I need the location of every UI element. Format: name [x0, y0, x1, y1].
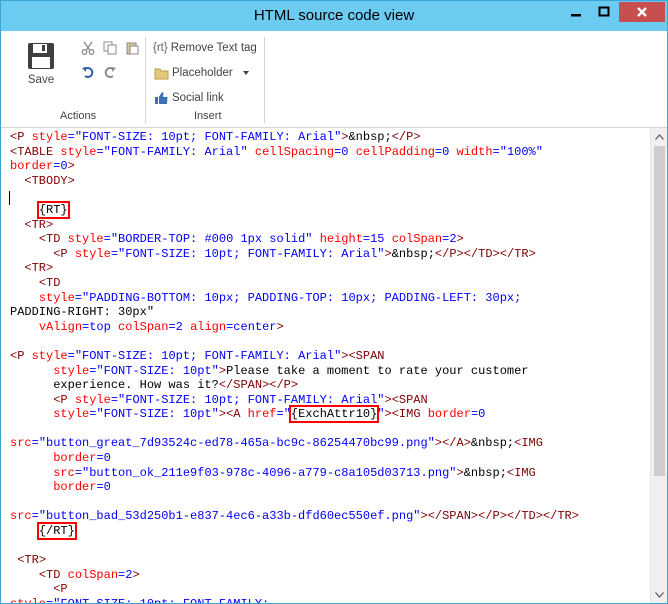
- remove-text-tag-label: Remove Text tag: [170, 42, 257, 54]
- cut-icon: [81, 41, 95, 55]
- scroll-up-button[interactable]: [651, 128, 667, 145]
- paste-icon: [126, 42, 139, 55]
- source-code-text[interactable]: <P style="FONT-SIZE: 10pt; FONT-FAMILY: …: [10, 130, 579, 603]
- text-caret: [9, 191, 10, 205]
- chevron-up-icon: [655, 133, 664, 140]
- maximize-button[interactable]: [591, 2, 617, 22]
- vertical-scrollbar[interactable]: [650, 128, 667, 603]
- redo-icon: [104, 67, 116, 78]
- placeholder-dropdown[interactable]: Placeholder: [154, 64, 251, 82]
- minimize-icon: [571, 14, 581, 17]
- rt-placeholder-token: {/RT}: [36, 522, 77, 541]
- placeholder-label: Placeholder: [172, 67, 233, 79]
- source-code-editor[interactable]: <P style="FONT-SIZE: 10pt; FONT-FAMILY: …: [1, 128, 650, 603]
- redo-button[interactable]: [101, 63, 119, 81]
- actions-group-label: Actions: [60, 110, 97, 122]
- social-link-label: Social link: [172, 92, 224, 104]
- save-label: Save: [27, 74, 55, 86]
- copy-icon: [103, 41, 117, 55]
- undo-icon: [82, 67, 94, 78]
- save-icon: [28, 43, 54, 69]
- scroll-down-button[interactable]: [651, 586, 667, 603]
- insert-group-label: Insert: [194, 110, 222, 122]
- undo-button[interactable]: [79, 63, 97, 81]
- social-link-button[interactable]: Social link: [154, 89, 224, 107]
- remove-text-tag-button[interactable]: {rt} Remove Text tag: [153, 39, 257, 57]
- save-button[interactable]: Save: [21, 37, 61, 91]
- maximize-icon: [598, 6, 610, 17]
- thumbs-up-icon: [155, 92, 168, 104]
- ribbon: Save Actions {rt} Remove Text tag Placeh…: [1, 31, 667, 128]
- cut-button[interactable]: [79, 39, 97, 57]
- scrollbar-thumb[interactable]: [654, 146, 665, 476]
- text-tag-icon: {rt}: [153, 42, 168, 54]
- html-source-window: HTML source code view Save Actions {rt} …: [0, 0, 668, 604]
- rt-placeholder-token: {ExchAttr10}: [288, 405, 380, 424]
- rt-placeholder-token: {RT}: [36, 200, 70, 219]
- ribbon-separator: [264, 37, 265, 123]
- ribbon-separator: [145, 37, 146, 123]
- chevron-down-icon: [242, 71, 249, 75]
- title-bar[interactable]: HTML source code view: [1, 1, 667, 31]
- paste-button[interactable]: [123, 39, 141, 57]
- folder-icon: [154, 68, 169, 79]
- chevron-down-icon: [655, 591, 664, 598]
- minimize-button[interactable]: [563, 2, 589, 22]
- copy-button[interactable]: [101, 39, 119, 57]
- close-icon: [637, 7, 647, 17]
- close-button[interactable]: [619, 2, 665, 22]
